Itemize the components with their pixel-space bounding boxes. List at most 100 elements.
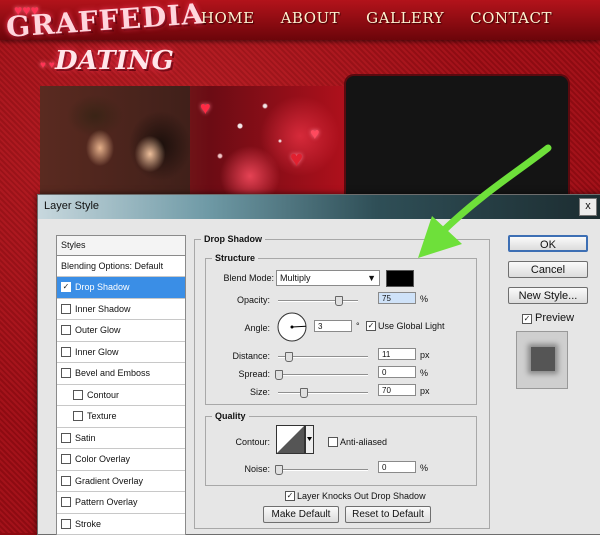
quality-title: Quality xyxy=(212,411,249,421)
distance-slider-thumb[interactable] xyxy=(285,352,293,362)
nav-gallery[interactable]: GALLERY xyxy=(366,9,444,27)
style-item-gradient-overlay[interactable]: Gradient Overlay xyxy=(57,471,185,493)
angle-input[interactable]: 3 xyxy=(314,320,352,332)
size-slider-thumb[interactable] xyxy=(300,388,308,398)
angle-dial[interactable] xyxy=(276,311,308,343)
distance-label: Distance: xyxy=(208,351,270,361)
styles-list: Styles Blending Options: Default ✓ Drop S… xyxy=(56,235,186,535)
opacity-slider-thumb[interactable] xyxy=(335,296,343,306)
size-slider[interactable] xyxy=(278,392,368,394)
style-checkbox[interactable] xyxy=(61,497,71,507)
reset-to-default-button[interactable]: Reset to Default xyxy=(345,506,431,523)
style-checkbox[interactable] xyxy=(61,476,71,486)
opacity-slider[interactable] xyxy=(278,300,358,302)
green-arrow-annotation xyxy=(400,140,560,260)
style-checkbox[interactable] xyxy=(61,304,71,314)
close-button[interactable]: x xyxy=(579,198,597,216)
style-item-label: Outer Glow xyxy=(75,320,121,340)
style-item-drop-shadow[interactable]: ✓ Drop Shadow xyxy=(57,277,185,299)
blend-mode-select[interactable]: Multiply ▼ xyxy=(276,270,380,286)
distance-slider[interactable] xyxy=(278,356,368,358)
style-checkbox[interactable]: ✓ xyxy=(61,282,71,292)
style-item-inner-glow[interactable]: Inner Glow xyxy=(57,342,185,364)
style-checkbox[interactable] xyxy=(73,390,83,400)
style-item-pattern-overlay[interactable]: Pattern Overlay xyxy=(57,492,185,514)
spread-slider[interactable] xyxy=(278,374,368,376)
distance-unit: px xyxy=(420,350,430,360)
style-checkbox[interactable] xyxy=(61,519,71,529)
new-style-button[interactable]: New Style... xyxy=(508,287,588,304)
anti-aliased-label: Anti-aliased xyxy=(340,437,387,447)
heart-icon: ♥ xyxy=(200,98,211,119)
style-item-color-overlay[interactable]: Color Overlay xyxy=(57,449,185,471)
chevron-down-icon: ▼ xyxy=(367,271,376,286)
spread-input[interactable]: 0 xyxy=(378,366,416,378)
style-item-inner-shadow[interactable]: Inner Shadow xyxy=(57,299,185,321)
style-item-outer-glow[interactable]: Outer Glow xyxy=(57,320,185,342)
style-item-contour[interactable]: Contour xyxy=(57,385,185,407)
anti-aliased-checkbox[interactable] xyxy=(328,437,338,447)
angle-unit: ° xyxy=(356,321,360,331)
style-item-label: Inner Glow xyxy=(75,342,119,362)
style-item-label: Gradient Overlay xyxy=(75,471,143,491)
noise-label: Noise: xyxy=(208,464,270,474)
drop-shadow-group: Drop Shadow Structure Blend Mode: Multip… xyxy=(194,239,490,529)
site-nav: HOME ABOUT GALLERY CONTACT xyxy=(201,9,552,27)
site-logo-subtitle: DATING xyxy=(55,46,174,76)
style-items: ✓ Drop Shadow Inner Shadow Outer Glow Inn… xyxy=(57,277,185,535)
noise-unit: % xyxy=(420,463,428,473)
blending-options-item[interactable]: Blending Options: Default xyxy=(57,256,185,277)
hearts-decoration: ♥ ♥ xyxy=(40,60,55,71)
shadow-color-swatch[interactable] xyxy=(386,270,414,287)
nav-about[interactable]: ABOUT xyxy=(281,9,341,27)
dialog-title: Layer Style xyxy=(44,200,99,212)
style-item-label: Pattern Overlay xyxy=(75,492,138,512)
knocks-out-checkbox[interactable]: ✓ xyxy=(285,491,295,501)
size-input[interactable]: 70 xyxy=(378,384,416,396)
style-item-label: Texture xyxy=(87,406,117,426)
angle-label: Angle: xyxy=(208,323,270,333)
drop-shadow-title: Drop Shadow xyxy=(201,234,265,244)
distance-input[interactable]: 11 xyxy=(378,348,416,360)
style-checkbox[interactable] xyxy=(61,433,71,443)
heart-icon: ♥ xyxy=(310,126,320,144)
style-item-stroke[interactable]: Stroke xyxy=(57,514,185,535)
preview-label: Preview xyxy=(535,312,574,324)
opacity-unit: % xyxy=(420,294,428,304)
noise-slider-thumb[interactable] xyxy=(275,465,283,475)
styles-header[interactable]: Styles xyxy=(57,236,185,256)
nav-home[interactable]: HOME xyxy=(201,9,255,27)
spread-slider-thumb[interactable] xyxy=(275,370,283,380)
style-item-label: Contour xyxy=(87,385,119,405)
style-item-label: Inner Shadow xyxy=(75,299,131,319)
style-item-label: Drop Shadow xyxy=(75,277,130,297)
drop-shadow-panel: Drop Shadow Structure Blend Mode: Multip… xyxy=(194,235,488,534)
couple-photo xyxy=(40,86,190,206)
spread-unit: % xyxy=(420,368,428,378)
opacity-input[interactable]: 75 xyxy=(378,292,416,304)
style-item-satin[interactable]: Satin xyxy=(57,428,185,450)
style-checkbox[interactable] xyxy=(61,325,71,335)
quality-group: Quality Contour: Anti-aliased Noise: 0 % xyxy=(205,416,477,486)
style-checkbox[interactable] xyxy=(61,347,71,357)
preview-swatch xyxy=(531,347,555,371)
noise-input[interactable]: 0 xyxy=(378,461,416,473)
style-item-label: Bevel and Emboss xyxy=(75,363,150,383)
style-checkbox[interactable] xyxy=(61,368,71,378)
preview-checkbox[interactable]: ✓ xyxy=(522,314,532,324)
style-checkbox[interactable] xyxy=(73,411,83,421)
structure-title: Structure xyxy=(212,253,258,263)
make-default-button[interactable]: Make Default xyxy=(263,506,339,523)
size-label: Size: xyxy=(208,387,270,397)
style-item-bevel-emboss[interactable]: Bevel and Emboss xyxy=(57,363,185,385)
noise-slider[interactable] xyxy=(278,469,368,471)
heart-icon: ♥ xyxy=(290,146,303,172)
hero-banner: ♥ ♥ ♥ xyxy=(40,86,348,206)
style-item-texture[interactable]: Texture xyxy=(57,406,185,428)
contour-picker[interactable] xyxy=(276,425,314,455)
cancel-button[interactable]: Cancel xyxy=(508,261,588,278)
style-checkbox[interactable] xyxy=(61,454,71,464)
nav-contact[interactable]: CONTACT xyxy=(470,9,552,27)
structure-group: Structure Blend Mode: Multiply ▼ Opacity… xyxy=(205,258,477,405)
use-global-light-checkbox[interactable]: ✓ xyxy=(366,321,376,331)
